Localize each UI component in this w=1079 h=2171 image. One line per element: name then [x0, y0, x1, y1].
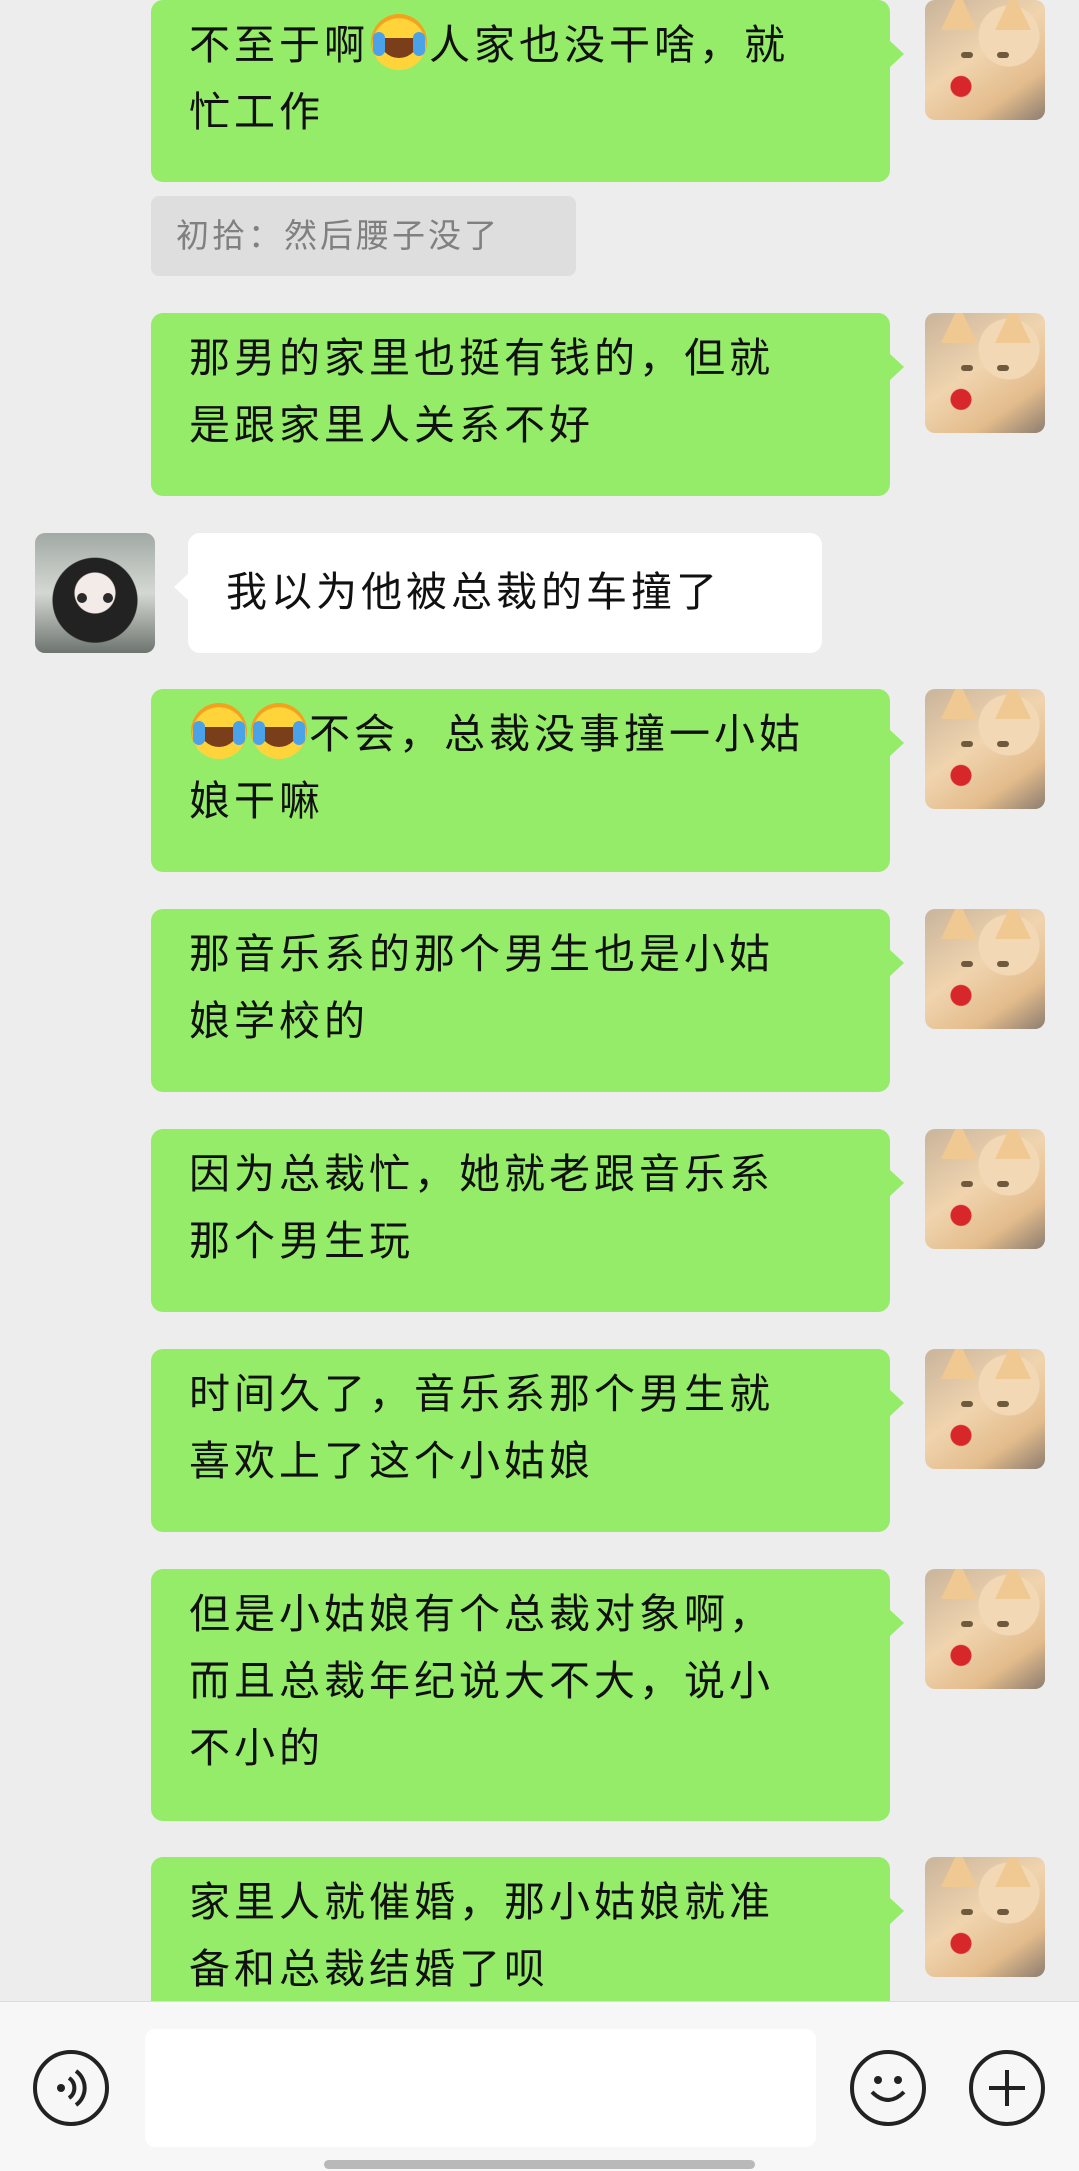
message-text: 那音乐系的那个男生也是小姑 — [189, 930, 774, 978]
contact-avatar[interactable] — [35, 533, 155, 653]
message-text: 家里人就催婚，那小姑娘就准 — [189, 1878, 774, 1926]
my-avatar[interactable] — [925, 1857, 1045, 1977]
home-indicator[interactable] — [324, 2160, 755, 2169]
message-bubble[interactable]: 我以为他被总裁的车撞了 — [174, 533, 822, 653]
message-text: 娘学校的 — [189, 997, 369, 1045]
message-text: 忙工作 — [189, 88, 324, 136]
chat-area[interactable]: 不至于啊 人家也没干啥，就 忙工作 初拾：然后腰子没了 那男的家里也挺有钱的，但就… — [0, 0, 1079, 2001]
my-avatar[interactable] — [925, 1569, 1045, 1689]
emoji-icon[interactable] — [850, 2050, 926, 2126]
message-text: 不小的 — [189, 1724, 324, 1772]
message-text: 不会，总裁没事撞一小姑 — [309, 710, 804, 758]
crying-emoji-icon — [371, 14, 427, 70]
message-bubble[interactable]: 时间久了，音乐系那个男生就 喜欢上了这个小姑娘 — [151, 1349, 904, 1532]
message-bubble[interactable]: 那男的家里也挺有钱的，但就 是跟家里人关系不好 — [151, 313, 904, 496]
message-bubble[interactable]: 但是小姑娘有个总裁对象啊， 而且总裁年纪说大不大，说小 不小的 — [151, 1569, 904, 1821]
message-bubble[interactable]: 不至于啊 人家也没干啥，就 忙工作 — [151, 0, 904, 182]
message-bubble[interactable]: 那音乐系的那个男生也是小姑 娘学校的 — [151, 909, 904, 1092]
message-text: 时间久了，音乐系那个男生就 — [189, 1370, 774, 1418]
message-text: 是跟家里人关系不好 — [189, 401, 594, 449]
plus-icon[interactable] — [969, 2050, 1045, 2126]
message-text: 娘干嘛 — [189, 777, 324, 825]
message-bubble[interactable]: 家里人就催婚，那小姑娘就准 备和总裁结婚了呗 — [151, 1857, 904, 2001]
message-input[interactable] — [145, 2029, 816, 2147]
my-avatar[interactable] — [925, 689, 1045, 809]
my-avatar[interactable] — [925, 1349, 1045, 1469]
message-text: 不至于啊 — [189, 21, 369, 69]
message-text: 人家也没干啥，就 — [429, 21, 789, 69]
input-toolbar — [0, 2001, 1079, 2171]
quoted-message[interactable]: 初拾：然后腰子没了 — [151, 196, 576, 276]
message-bubble[interactable]: 不会，总裁没事撞一小姑 娘干嘛 — [151, 689, 904, 872]
message-text: 而且总裁年纪说大不大，说小 — [189, 1657, 774, 1705]
message-text: 喜欢上了这个小姑娘 — [189, 1437, 594, 1485]
crying-emoji-icon — [191, 703, 247, 759]
my-avatar[interactable] — [925, 1129, 1045, 1249]
message-text: 那个男生玩 — [189, 1217, 414, 1265]
my-avatar[interactable] — [925, 909, 1045, 1029]
message-text: 我以为他被总裁的车撞了 — [226, 568, 721, 616]
message-bubble[interactable]: 因为总裁忙，她就老跟音乐系 那个男生玩 — [151, 1129, 904, 1312]
message-text: 因为总裁忙，她就老跟音乐系 — [189, 1150, 774, 1198]
message-text: 那男的家里也挺有钱的，但就 — [189, 334, 774, 382]
crying-emoji-icon — [251, 703, 307, 759]
voice-icon[interactable] — [33, 2050, 109, 2126]
message-text: 但是小姑娘有个总裁对象啊， — [189, 1590, 774, 1638]
message-text: 备和总裁结婚了呗 — [189, 1945, 549, 1993]
my-avatar[interactable] — [925, 313, 1045, 433]
my-avatar[interactable] — [925, 0, 1045, 120]
